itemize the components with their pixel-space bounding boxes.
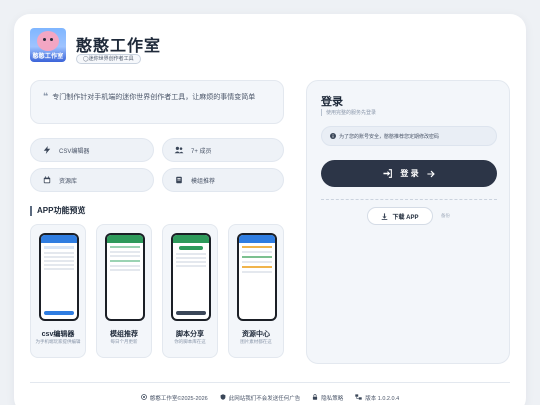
page-title: 憨憨工作室 [76,38,162,55]
feature-label: 模组推荐 [191,178,216,185]
logo: 憨憨工作室 [30,28,66,62]
users-icon [173,144,185,156]
subtitle-badge: ◯迷你世界创作者工具 [76,54,141,64]
preview-card-title: 脚本分享 [176,331,204,338]
divider [321,199,497,200]
login-icon [383,169,393,178]
login-title: 登录 [321,96,343,108]
copyright-icon [140,394,147,402]
book-icon [173,174,185,186]
download-note: 备份 [441,213,450,218]
lightning-icon [41,144,53,156]
preview-card-resources[interactable]: 资源中心 图片素材都在这 [228,224,284,358]
info-icon [330,133,336,139]
quote-icon: ❝ [43,91,49,101]
preview-card-desc: 每日个月更新 [110,339,138,344]
preview-card-desc: 为手机端玩家提供编辑 [35,339,81,344]
arrow-right-icon [427,170,435,178]
intro-text: 专门制作针对手机端的迷你世界创作者工具，让麻烦的事情变简单 [52,94,256,101]
preview-card-title: 模组推荐 [110,331,138,338]
login-button-label: 登 录 [400,169,419,178]
version-icon [355,394,362,402]
phone-mockup [105,233,145,321]
login-button[interactable]: 登 录 [321,160,497,187]
shield-icon [220,394,226,402]
login-subtitle: 使用完整的服务先登录 [321,109,376,116]
download-app-button[interactable]: 下载 APP [367,207,433,225]
preview-card-title: csv编辑器 [41,331,75,338]
footer: 憨憨工作室©2025-2026 此网站我们不会发送任何广告 隐私策略 版本 1.… [0,394,540,402]
preview-card-desc: 你的脚本库在这 [174,339,206,344]
feature-label: 7+ 成员 [191,148,212,155]
download-label: 下载 APP [392,214,419,221]
footer-privacy-link[interactable]: 隐私策略 [312,394,343,402]
logo-text: 憨憨工作室 [32,54,64,60]
download-icon [381,212,388,220]
preview-card-desc: 图片素材都在这 [240,339,272,344]
footer-version: 版本 1.0.2.0.4 [355,394,399,402]
feature-mod-recommend[interactable]: 模组推荐 [162,168,284,192]
calendar-icon [41,174,53,186]
phone-mockup [171,233,211,321]
feature-label: CSV编辑器 [59,148,90,155]
footer-divider [30,382,510,383]
feature-members[interactable]: 7+ 成员 [162,138,284,162]
feature-label: 资源库 [59,178,78,185]
login-panel: 登录 使用完整的服务先登录 为了您的账号安全，憨憨推荐您定期修改密码 登 录 下… [306,80,510,364]
footer-copyright: 憨憨工作室©2025-2026 [140,394,208,402]
phone-mockup [237,233,277,321]
security-info: 为了您的账号安全，憨憨推荐您定期修改密码 [321,126,497,146]
feature-csv-editor[interactable]: CSV编辑器 [30,138,154,162]
feature-resources[interactable]: 资源库 [30,168,154,192]
preview-card-csv[interactable]: csv编辑器 为手机端玩家提供编辑 [30,224,86,358]
phone-mockup [39,233,79,321]
preview-section-title: APP功能预览 [30,206,85,216]
preview-card-mods[interactable]: 模组推荐 每日个月更新 [96,224,152,358]
preview-card-title: 资源中心 [242,331,270,338]
footer-notice: 此网站我们不会发送任何广告 [220,394,300,402]
lock-icon [312,394,318,402]
intro-quote: ❝ 专门制作针对手机端的迷你世界创作者工具，让麻烦的事情变简单 [30,80,284,124]
preview-card-scripts[interactable]: 脚本分享 你的脚本库在这 [162,224,218,358]
security-info-text: 为了您的账号安全，憨憨推荐您定期修改密码 [339,133,440,140]
